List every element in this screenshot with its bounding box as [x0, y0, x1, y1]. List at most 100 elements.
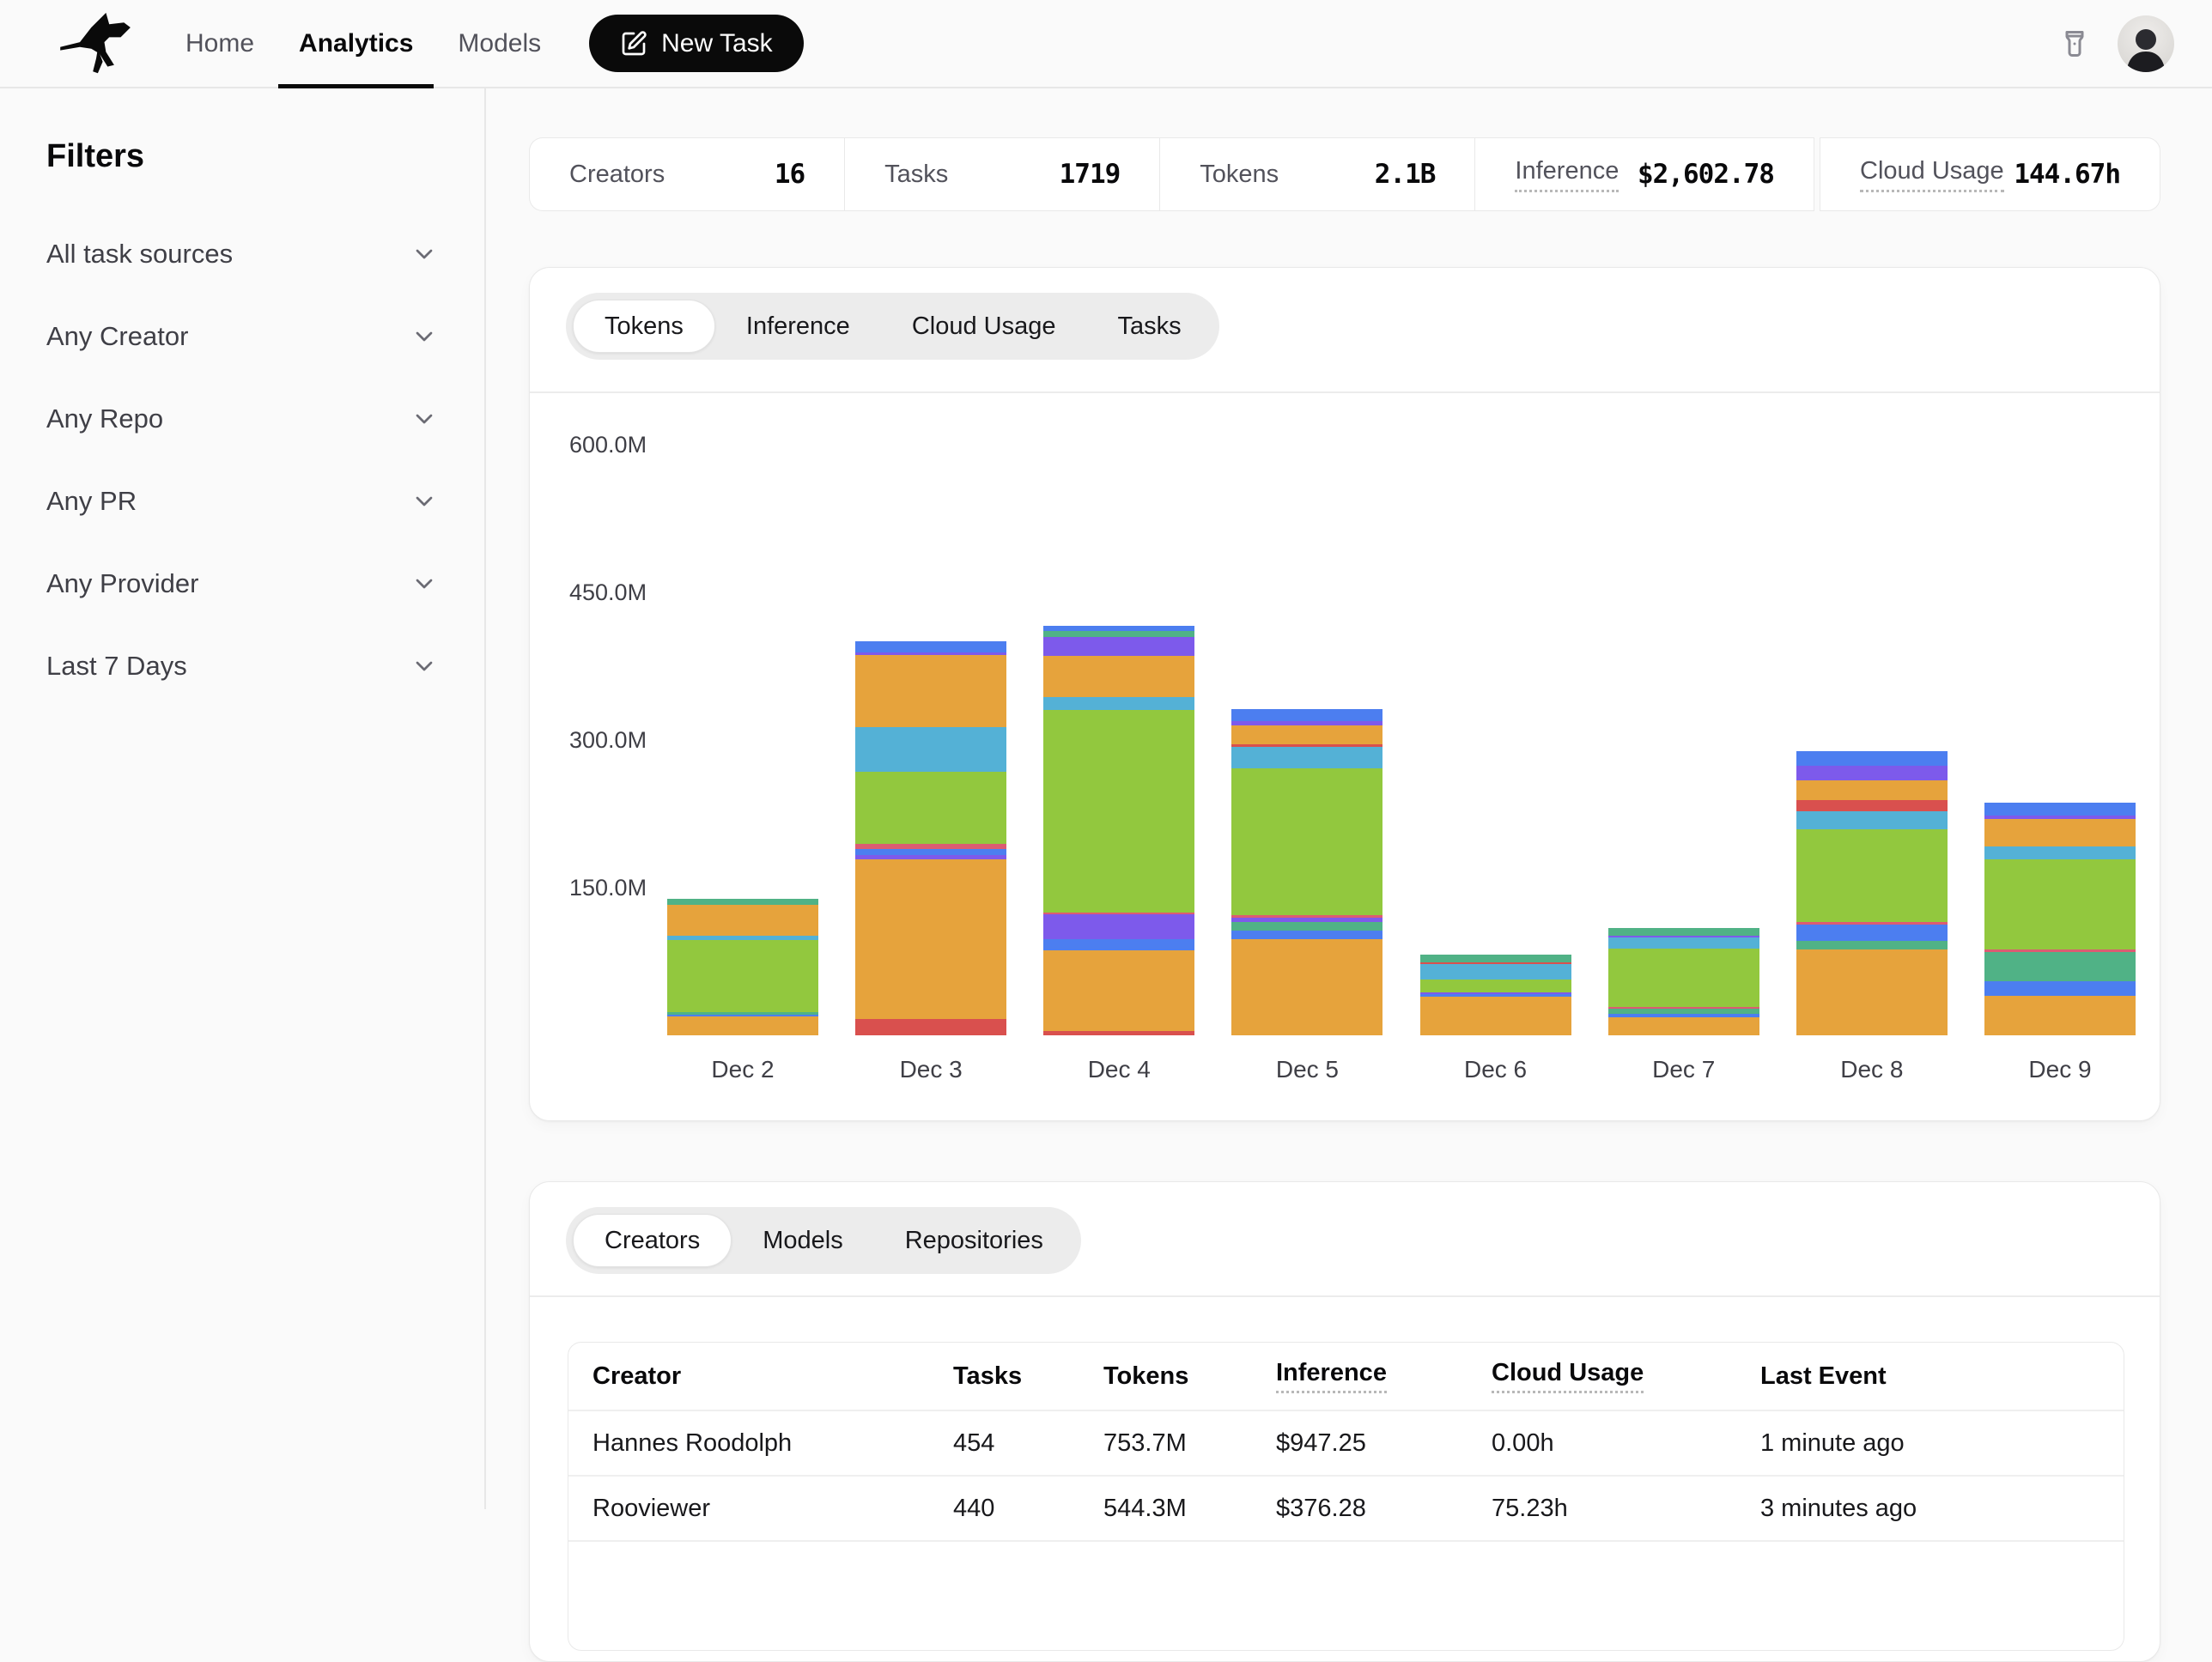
breakdown-tab-creators[interactable]: Creators — [573, 1214, 732, 1267]
stat-tasks: Tasks 1719 — [844, 137, 1159, 211]
bar-segment-blue — [1796, 751, 1948, 766]
stacked-bar-plot: Dec 2 Dec 3Dec 4Dec 5 Dec 6 Dec 7 Dec 8Dec 9 — [667, 445, 2136, 1035]
stacked-bar-dec-4[interactable]: Dec 4 — [1043, 626, 1194, 1035]
stacked-bar-dec-8[interactable]: Dec 8 — [1796, 751, 1948, 1035]
bar-segment-orange — [1420, 997, 1571, 1035]
user-avatar[interactable] — [2118, 15, 2174, 72]
x-axis-label: Dec 7 — [1608, 1056, 1759, 1083]
bar-segment-lime — [1231, 768, 1382, 915]
bar-segment-lime — [1043, 710, 1194, 913]
bar-segment-orange — [1608, 1017, 1759, 1035]
bar-segment-teal — [1796, 941, 1948, 949]
chart-tab-tokens[interactable]: Tokens — [573, 300, 715, 353]
stacked-bar-dec-5[interactable]: Dec 5 — [1231, 709, 1382, 1035]
filter-dropdown-any-provider[interactable]: Any Provider — [46, 558, 438, 610]
bar-segment-lightblue — [1420, 964, 1571, 980]
y-tick-label: 600.0M — [569, 432, 647, 458]
bar-segment-lightblue — [1043, 697, 1194, 710]
y-tick-label: 150.0M — [569, 875, 647, 901]
stat-value: 1719 — [1060, 159, 1121, 190]
bar-segment-red — [1796, 800, 1948, 811]
x-axis-label: Dec 4 — [1043, 1056, 1194, 1083]
bar-segment-blue — [1984, 981, 2136, 996]
x-axis-label: Dec 3 — [855, 1056, 1006, 1083]
chevron-down-icon — [410, 652, 438, 680]
filter-dropdown-any-pr[interactable]: Any PR — [46, 476, 438, 527]
bar-segment-teal — [1608, 928, 1759, 936]
column-header-tokens: Tokens — [1103, 1362, 1276, 1391]
stat-label: Creators — [569, 161, 665, 189]
chevron-down-icon — [410, 405, 438, 433]
breakdown-tab-repositories[interactable]: Repositories — [874, 1214, 1074, 1267]
column-header-creator: Creator — [568, 1362, 953, 1391]
filter-label: Last 7 Days — [46, 651, 187, 682]
nav-item-home[interactable]: Home — [185, 0, 254, 87]
column-header-cloud-usage[interactable]: Cloud Usage — [1492, 1359, 1760, 1393]
chart-tab-cloud-usage[interactable]: Cloud Usage — [881, 300, 1087, 353]
stat-cloud-usage[interactable]: Cloud Usage144.67h — [1820, 137, 2160, 211]
stat-value: 2.1B — [1375, 159, 1436, 190]
nav-item-models[interactable]: Models — [458, 0, 541, 87]
filter-dropdown-all-task-sources[interactable]: All task sources — [46, 228, 438, 280]
new-task-button[interactable]: New Task — [589, 15, 804, 72]
kangaroo-logo-icon[interactable] — [55, 11, 137, 76]
stat-value: $2,602.78 — [1638, 159, 1774, 190]
nav-item-analytics[interactable]: Analytics — [299, 0, 413, 87]
y-tick-label: 300.0M — [569, 727, 647, 753]
breakdown-tab-models[interactable]: Models — [732, 1214, 874, 1267]
bar-segment-orange — [1796, 949, 1948, 1035]
table-cell: $376.28 — [1276, 1495, 1492, 1523]
stat-label: Tasks — [884, 161, 948, 189]
chart-metric-tabs: TokensInferenceCloud UsageTasks — [566, 293, 1219, 360]
stats-group: Creators16Tasks1719Tokens2.1BInference$2… — [529, 137, 1814, 211]
stacked-bar-dec-9[interactable]: Dec 9 — [1984, 803, 2136, 1035]
breakdown-table-card: CreatorsModelsRepositories CreatorTasksT… — [529, 1181, 2160, 1662]
bar-segment-orange — [667, 1016, 818, 1035]
bar-segment-lightblue — [1984, 846, 2136, 859]
bar-segment-blue — [1043, 939, 1194, 950]
x-axis-label: Dec 8 — [1796, 1056, 1948, 1083]
filter-dropdown-last-7-days[interactable]: Last 7 Days — [46, 640, 438, 692]
chart-tab-inference[interactable]: Inference — [715, 300, 881, 353]
table-cell: 454 — [953, 1429, 1103, 1458]
bar-segment-teal — [1043, 631, 1194, 637]
chevron-down-icon — [410, 240, 438, 268]
stacked-bar-dec-2[interactable]: Dec 2 — [667, 899, 818, 1035]
filter-label: Any Creator — [46, 321, 188, 352]
table-row[interactable]: Rooviewer440544.3M$376.2875.23h3 minutes… — [568, 1477, 2124, 1542]
bar-segment-orange — [1796, 780, 1948, 800]
stat-inference[interactable]: Inference $2,602.78 — [1474, 137, 1814, 211]
table-cell: 544.3M — [1103, 1495, 1276, 1523]
stacked-bar-dec-7[interactable]: Dec 7 — [1608, 928, 1759, 1035]
bar-segment-purple — [1043, 914, 1194, 939]
flashlight-icon[interactable] — [2059, 27, 2090, 61]
filter-dropdown-any-repo[interactable]: Any Repo — [46, 393, 438, 445]
stat-value: 16 — [775, 159, 805, 190]
filter-list: All task sources Any Creator Any Repo Any P… — [46, 228, 438, 692]
bar-segment-teal — [1984, 952, 2136, 981]
primary-nav: Home Analytics Models — [185, 0, 541, 87]
filter-dropdown-any-creator[interactable]: Any Creator — [46, 311, 438, 362]
bar-segment-blue — [1984, 803, 2136, 816]
table-cell: Hannes Roodolph — [568, 1429, 953, 1458]
filter-label: All task sources — [46, 239, 233, 270]
table-row[interactable]: Hannes Roodolph454753.7M$947.250.00h1 mi… — [568, 1411, 2124, 1477]
stat-value: 144.67h — [2014, 159, 2120, 190]
bar-segment-orange — [855, 655, 1006, 727]
stacked-bar-dec-6[interactable]: Dec 6 — [1420, 955, 1571, 1035]
filters-sidebar: Filters All task sourcesAny CreatorAny R… — [0, 88, 486, 1509]
table-cell: 753.7M — [1103, 1429, 1276, 1458]
bar-segment-lime — [1608, 949, 1759, 1007]
breakdown-tabs: CreatorsModelsRepositories — [566, 1207, 1081, 1274]
table-cell: Rooviewer — [568, 1495, 953, 1523]
column-header-inference[interactable]: Inference — [1276, 1359, 1492, 1393]
chart-tab-tasks[interactable]: Tasks — [1086, 300, 1212, 353]
bar-segment-lime — [1420, 980, 1571, 992]
x-axis-label: Dec 6 — [1420, 1056, 1571, 1083]
stacked-bar-dec-3[interactable]: Dec 3 — [855, 641, 1006, 1035]
top-nav: Home Analytics Models New Task — [0, 0, 2212, 88]
table-cell: 0.00h — [1492, 1429, 1760, 1458]
bar-segment-orange — [1231, 939, 1382, 1035]
filter-label: Any Provider — [46, 568, 198, 599]
stat-label: Inference — [1515, 157, 1619, 192]
